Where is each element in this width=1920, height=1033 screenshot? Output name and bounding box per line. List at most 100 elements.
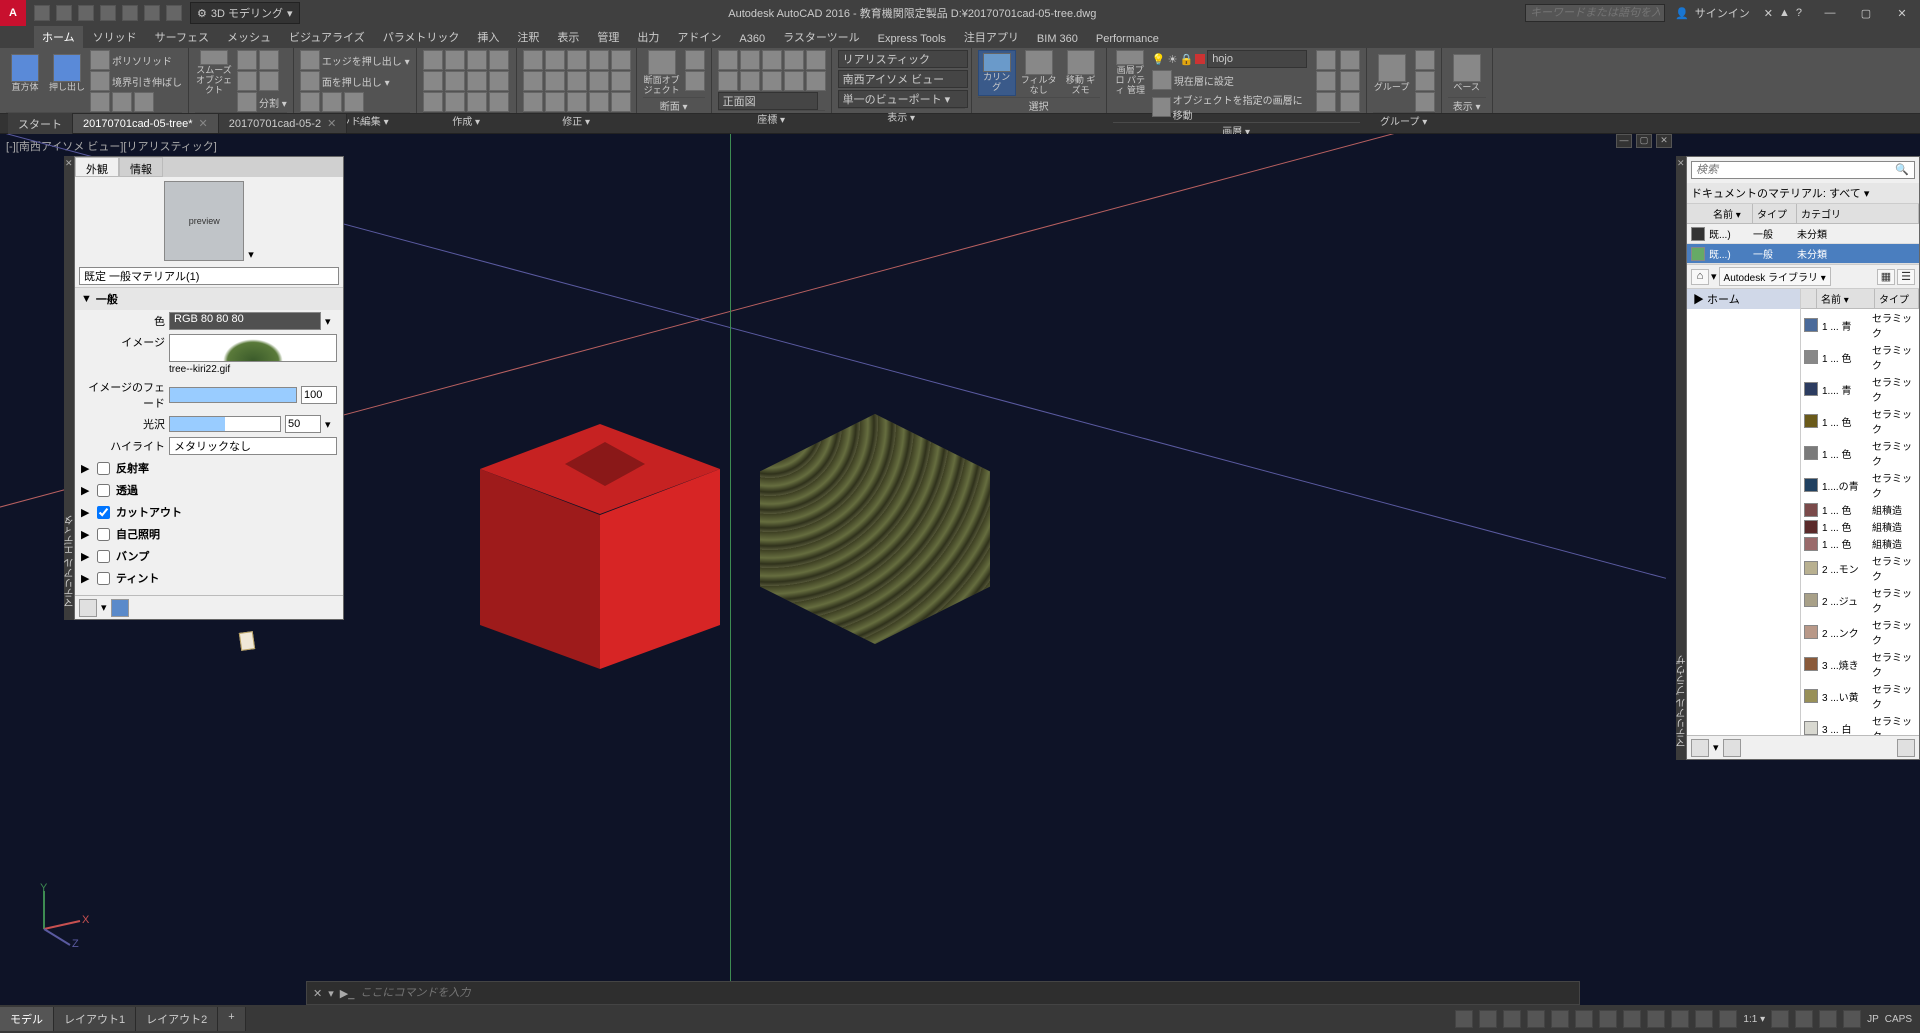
material-preview[interactable]: preview: [164, 181, 244, 261]
mesh-si-1[interactable]: [237, 50, 257, 70]
md-5[interactable]: [611, 50, 631, 70]
ribbon-tab-annotate[interactable]: 注釈: [509, 26, 547, 48]
doc-material-row[interactable]: 既...)一般未分類: [1687, 244, 1919, 264]
sec-2[interactable]: [685, 71, 705, 91]
md-2[interactable]: [545, 50, 565, 70]
se-si-1[interactable]: [300, 92, 320, 112]
gloss-slider[interactable]: [169, 416, 281, 432]
panel-title-section[interactable]: 断面 ▾: [643, 97, 705, 113]
ribbon-tab-manage[interactable]: 管理: [589, 26, 627, 48]
modeling-si-3[interactable]: [134, 92, 154, 112]
move-gizmo-button[interactable]: 移動 ギズモ: [1062, 50, 1100, 96]
library-material-row[interactable]: 1 ... 色セラミック: [1801, 341, 1919, 373]
co-8[interactable]: [762, 71, 782, 91]
workspace-dropdown[interactable]: ⚙ 3D モデリング ▾: [190, 2, 300, 24]
cr-8[interactable]: [489, 71, 509, 91]
st-10[interactable]: [1671, 1010, 1689, 1028]
cmdline-close-icon[interactable]: ✕: [313, 987, 322, 1000]
view-list-icon[interactable]: ☰: [1897, 269, 1915, 285]
mat-footer-btn-2[interactable]: [111, 599, 129, 617]
fade-input[interactable]: [301, 386, 337, 404]
gp-3[interactable]: [1415, 92, 1435, 112]
section-general[interactable]: ▼一般: [75, 287, 343, 310]
base-button[interactable]: ベース: [1448, 50, 1486, 96]
qat-new-icon[interactable]: [34, 5, 50, 21]
lib-th-name[interactable]: 名前 ▾: [1817, 289, 1875, 308]
qat-open-icon[interactable]: [56, 5, 72, 21]
st-16[interactable]: [1843, 1010, 1861, 1028]
viewport-label[interactable]: [-][南西アイソメ ビュー][リアリスティック]: [6, 138, 217, 154]
mesh-si-2[interactable]: [259, 50, 279, 70]
library-material-row[interactable]: 1 ... 色セラミック: [1801, 437, 1919, 469]
layer-combo[interactable]: hojo: [1207, 50, 1307, 68]
co-10[interactable]: [806, 71, 826, 91]
library-material-row[interactable]: 1.... 青セラミック: [1801, 373, 1919, 405]
cmdline-options-icon[interactable]: ▾: [328, 987, 334, 1000]
md-13[interactable]: [567, 92, 587, 112]
md-14[interactable]: [589, 92, 609, 112]
cr-3[interactable]: [467, 50, 487, 70]
ribbon-tab-express[interactable]: Express Tools: [870, 30, 954, 48]
group-button[interactable]: グループ: [1373, 50, 1411, 96]
md-15[interactable]: [611, 92, 631, 112]
image-thumb[interactable]: [169, 334, 337, 362]
mesh-si-3[interactable]: [237, 71, 257, 91]
panel-title-basepoint[interactable]: 表示 ▾: [1448, 97, 1486, 113]
gp-1[interactable]: [1415, 50, 1435, 70]
makecurrent-button[interactable]: 現在層に設定: [1152, 70, 1312, 90]
vp-close-icon[interactable]: ✕: [1656, 134, 1672, 148]
qat-redo-icon[interactable]: [166, 5, 182, 21]
library-tree-home[interactable]: ▶ ホーム: [1687, 289, 1800, 309]
st-5[interactable]: [1551, 1010, 1569, 1028]
ribbon-tab-featured[interactable]: 注目アプリ: [956, 26, 1027, 48]
ribbon-tab-home[interactable]: ホーム: [34, 26, 83, 48]
color-more-icon[interactable]: ▾: [325, 315, 337, 328]
vp-maximize-icon[interactable]: ▢: [1636, 134, 1652, 148]
st-15[interactable]: [1819, 1010, 1837, 1028]
help-search-input[interactable]: [1525, 4, 1665, 22]
ly-5[interactable]: [1340, 71, 1360, 91]
st-3[interactable]: [1503, 1010, 1521, 1028]
gloss-more-icon[interactable]: ▾: [325, 418, 337, 431]
color-value[interactable]: RGB 80 80 80: [169, 312, 321, 330]
co-4[interactable]: [784, 50, 804, 70]
signin-area[interactable]: 👤 サインイン ✕ ▲ ?: [1665, 5, 1812, 21]
st-13[interactable]: [1771, 1010, 1789, 1028]
material-browser-handle[interactable]: ✕ マテリアル ブラウザ: [1676, 156, 1686, 760]
tab-info[interactable]: 情報: [119, 157, 163, 177]
st-9[interactable]: [1647, 1010, 1665, 1028]
file-tab-other[interactable]: 20170701cad-05-2✕: [219, 114, 348, 133]
md-6[interactable]: [523, 71, 543, 91]
ribbon-tab-addins[interactable]: アドイン: [669, 26, 729, 48]
md-3[interactable]: [567, 50, 587, 70]
presspull-button[interactable]: 境界引き伸ばし: [90, 71, 182, 91]
ly-6[interactable]: [1340, 92, 1360, 112]
nofilter-button[interactable]: フィルタなし: [1020, 50, 1058, 96]
panel-title-view[interactable]: 表示 ▾: [838, 108, 965, 124]
mesh-si-4[interactable]: [259, 71, 279, 91]
ribbon-tab-parametric[interactable]: パラメトリック: [375, 26, 468, 48]
material-editor-handle[interactable]: ✕ マテリアル エディタ: [64, 156, 74, 620]
st-11[interactable]: [1695, 1010, 1713, 1028]
md-12[interactable]: [545, 92, 565, 112]
culling-button[interactable]: カリング: [978, 50, 1016, 96]
highlight-combo[interactable]: メタリックなし: [169, 437, 337, 455]
co-2[interactable]: [740, 50, 760, 70]
ribbon-tab-mesh[interactable]: メッシュ: [219, 26, 279, 48]
check-2[interactable]: [97, 506, 110, 519]
check-0[interactable]: [97, 462, 110, 475]
qat-plot-icon[interactable]: [122, 5, 138, 21]
st-1[interactable]: [1455, 1010, 1473, 1028]
mb-footer-sync-icon[interactable]: [1723, 739, 1741, 757]
st-4[interactable]: [1527, 1010, 1545, 1028]
cr-10[interactable]: [445, 92, 465, 112]
face-extrude-button[interactable]: 面を押し出し ▾: [300, 71, 410, 91]
maximize-button[interactable]: ▢: [1848, 0, 1884, 26]
layout-tab-2[interactable]: レイアウト2: [136, 1007, 218, 1031]
md-4[interactable]: [589, 50, 609, 70]
exchange-icon[interactable]: ✕: [1764, 7, 1773, 20]
smooth-object-button[interactable]: スムーズ オブジェクト: [195, 50, 233, 96]
library-material-row[interactable]: 1 ... 色組積造: [1801, 535, 1919, 552]
preview-options-icon[interactable]: ▾: [248, 248, 254, 261]
ribbon-tab-surface[interactable]: サーフェス: [147, 26, 217, 48]
